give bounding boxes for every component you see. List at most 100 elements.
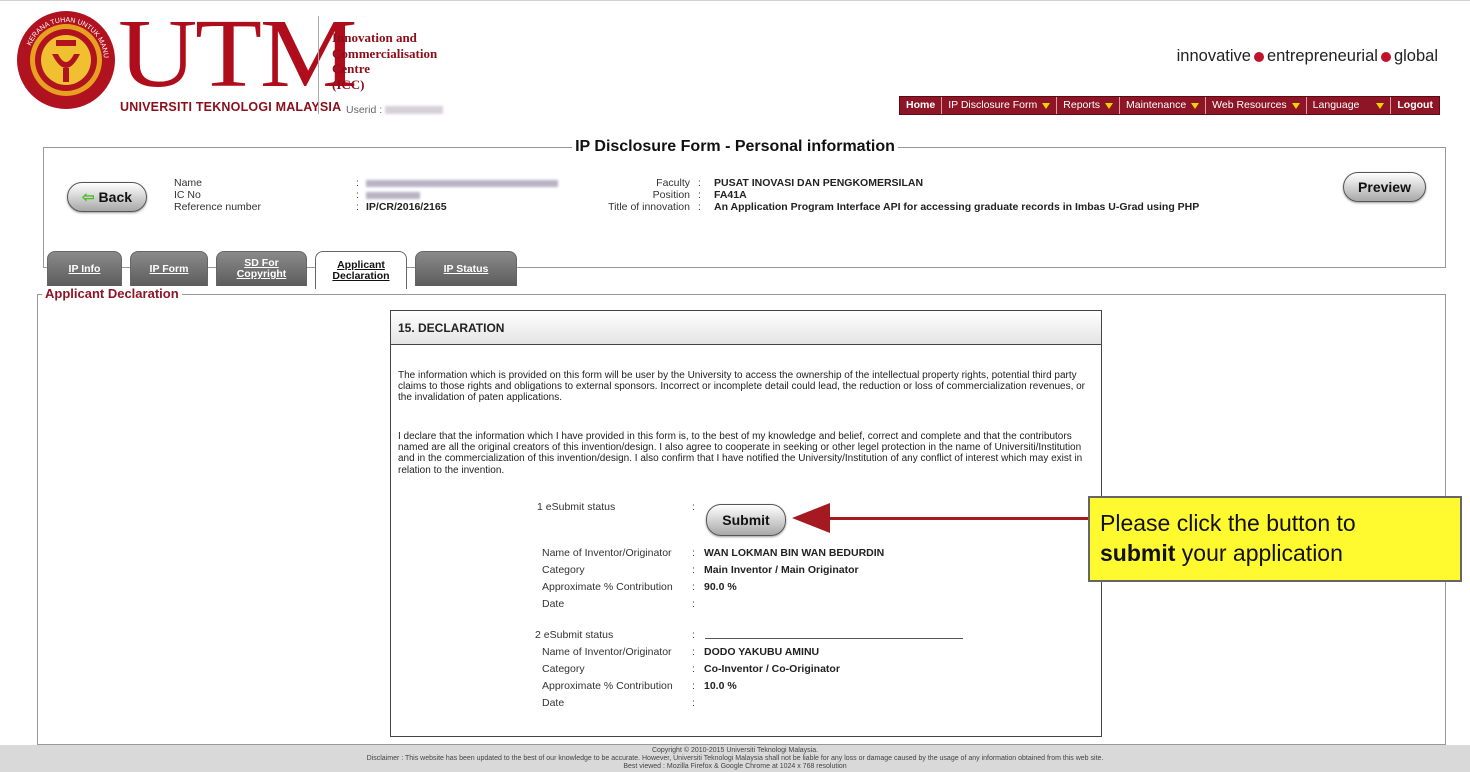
date-label: Date xyxy=(542,697,565,709)
menu-language[interactable]: Language xyxy=(1307,97,1392,114)
icc-line: Centre xyxy=(332,61,371,76)
reference-label: Reference number xyxy=(174,201,261,213)
annotation-arrow-head-icon xyxy=(792,503,830,533)
utm-seal-logo: KERANA TUHAN UNTUK MANUSIA xyxy=(16,10,115,109)
tab-ip-form[interactable]: IP Form xyxy=(130,251,208,286)
esubmit-label-text: eSubmit status xyxy=(543,629,614,641)
dropdown-triangle-icon xyxy=(1291,102,1300,109)
dropdown-triangle-icon xyxy=(1376,102,1385,109)
colon: : xyxy=(692,663,695,675)
tagline-word: entrepreneurial xyxy=(1266,47,1378,65)
declaration-heading: 15. DECLARATION xyxy=(391,311,1101,345)
dropdown-triangle-icon xyxy=(1191,102,1200,109)
position-value: FA41A xyxy=(714,189,747,201)
submit-button[interactable]: Submit xyxy=(706,504,786,536)
footer-best-viewed: Best viewed : Mozilla Firefox & Google C… xyxy=(623,763,847,770)
icc-line: Commercialisation xyxy=(332,45,438,61)
icc-title: Innovation and Commercialisation Centre … xyxy=(332,30,437,92)
title-colon: : xyxy=(698,201,701,213)
callout-line-2-text: your application xyxy=(1175,540,1343,566)
logo-divider xyxy=(318,16,319,114)
colon: : xyxy=(692,501,695,513)
redacted-text xyxy=(366,179,558,187)
menu-home[interactable]: Home xyxy=(900,97,943,114)
tab-sd-for-copyright[interactable]: SD For Copyright xyxy=(216,251,307,286)
userid: Userid : xyxy=(346,104,444,116)
menu-label: IP Disclosure Form xyxy=(948,99,1038,111)
colon: : xyxy=(692,547,695,559)
colon: : xyxy=(692,564,695,576)
tagline-word: innovative xyxy=(1176,47,1251,65)
menu-web-resources[interactable]: Web Resources xyxy=(1206,97,1307,114)
category-value: Co-Inventor / Co-Originator xyxy=(704,663,840,675)
university-name: UNIVERSITI TEKNOLOGI MALAYSIA xyxy=(120,100,342,114)
category-value: Main Inventor / Main Originator xyxy=(704,564,859,576)
icc-line: Innovation and xyxy=(332,30,417,45)
menu-maintenance[interactable]: Maintenance xyxy=(1120,97,1207,114)
tab-label-line: Declaration xyxy=(332,269,390,282)
name-value-redacted xyxy=(366,177,558,189)
tab-applicant-declaration[interactable]: Applicant Declaration xyxy=(315,251,407,289)
contribution-value: 10.0 % xyxy=(704,680,737,692)
tab-label: Applicant Declaration xyxy=(332,259,390,282)
page-title: IP Disclosure Form - Personal informatio… xyxy=(572,138,898,155)
faculty-value: PUSAT INOVASI DAN PENGKOMERSILAN xyxy=(714,177,924,189)
applicant-declaration-legend: Applicant Declaration xyxy=(42,286,182,301)
back-button[interactable]: ⇦ Back xyxy=(67,182,147,212)
menu-reports[interactable]: Reports xyxy=(1057,97,1121,114)
dropdown-triangle-icon xyxy=(1042,102,1051,109)
tab-ip-status[interactable]: IP Status xyxy=(415,251,517,286)
main-menu: Home IP Disclosure Form Reports Maintena… xyxy=(899,96,1440,115)
tab-label: IP Status xyxy=(443,262,489,275)
name-colon: : xyxy=(356,177,359,189)
tab-ip-info[interactable]: IP Info xyxy=(47,251,122,286)
footer-disclaimer: Disclaimer : This website has been updat… xyxy=(366,755,1104,762)
icc-line: (ICC) xyxy=(332,76,365,92)
title-of-innovation-label: Title of innovation xyxy=(608,201,690,213)
faculty-colon: : xyxy=(698,177,701,189)
callout-bold-word: submit xyxy=(1100,540,1176,566)
contribution-label: Approximate % Contribution xyxy=(542,581,673,593)
esubmit-label-text: eSubmit status xyxy=(545,501,616,513)
faculty-label: Faculty xyxy=(656,177,690,189)
footer-copyright: Copyright © 2010-2015 Universiti Teknolo… xyxy=(651,747,819,754)
ic-colon: : xyxy=(356,189,359,201)
utm-logo-text: UTM xyxy=(118,0,357,108)
reference-value: IP/CR/2016/2165 xyxy=(366,201,447,213)
reference-colon: : xyxy=(356,201,359,213)
ic-value-redacted xyxy=(366,189,420,201)
esubmit-status-line xyxy=(705,638,963,639)
menu-ip-disclosure-form[interactable]: IP Disclosure Form xyxy=(942,97,1058,114)
menu-logout[interactable]: Logout xyxy=(1391,97,1439,114)
menu-label: Home xyxy=(906,99,936,111)
redacted-text xyxy=(366,191,420,199)
menu-label: Language xyxy=(1312,99,1360,111)
callout-line-2: submit your application xyxy=(1100,538,1450,568)
entry-number: 1 xyxy=(537,501,543,513)
callout-line-1: Please click the button to xyxy=(1100,510,1356,536)
tab-label: IP Form xyxy=(149,262,189,275)
annotation-arrow-line xyxy=(826,517,1088,520)
menu-label: Web Resources xyxy=(1212,99,1287,111)
inventor-value: WAN LOKMAN BIN WAN BEDURDIN xyxy=(704,547,885,559)
menu-label: Maintenance xyxy=(1126,99,1187,111)
dropdown-triangle-icon xyxy=(1105,102,1114,109)
personal-info-title: IP Disclosure Form - Personal informatio… xyxy=(0,138,1470,156)
bullet-dot-icon xyxy=(1380,51,1391,62)
bullet-dot-icon xyxy=(1253,51,1264,62)
title-of-innovation-value: An Application Program Interface API for… xyxy=(714,201,1200,213)
preview-button-label: Preview xyxy=(1358,179,1411,195)
tagline: innovative entrepreneurial global xyxy=(1177,47,1438,66)
date-label: Date xyxy=(542,598,565,610)
contribution-label: Approximate % Contribution xyxy=(542,680,673,692)
name-label: Name xyxy=(174,177,203,189)
category-label: Category xyxy=(542,663,585,675)
position-label: Position xyxy=(652,189,690,201)
menu-label: Reports xyxy=(1063,99,1101,111)
preview-button[interactable]: Preview xyxy=(1343,172,1426,202)
entry-number: 2 xyxy=(535,629,541,641)
colon: : xyxy=(692,646,695,658)
tab-label: SD For Copyright xyxy=(237,258,287,280)
colon: : xyxy=(692,680,695,692)
ic-label: IC No xyxy=(174,189,201,201)
